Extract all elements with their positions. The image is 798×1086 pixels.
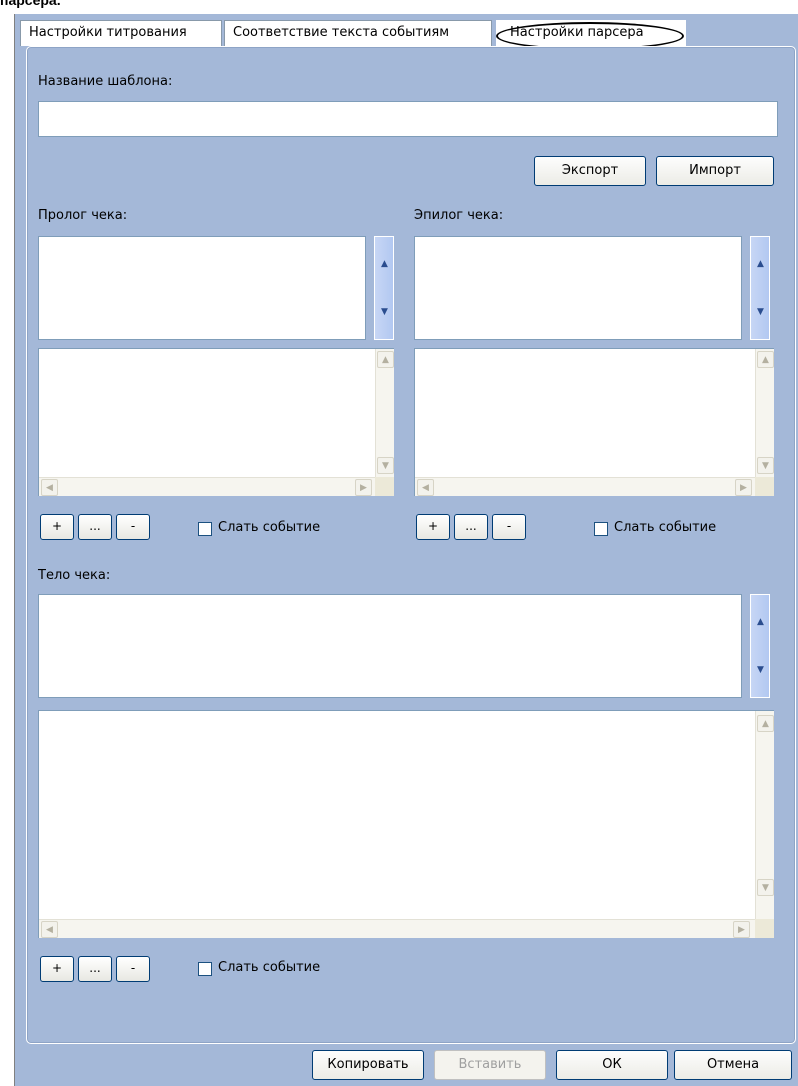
template-name-input[interactable] (38, 101, 778, 137)
ok-button[interactable]: ОК (556, 1050, 668, 1080)
prologue-line-input[interactable] (38, 236, 366, 340)
prologue-send-event-label: Слать событие (218, 520, 321, 535)
scroll-down-icon[interactable]: ▼ (377, 457, 394, 474)
tab-titration-settings[interactable]: Настройки титрования (20, 20, 222, 46)
scroll-right-icon[interactable]: ▶ (733, 921, 750, 938)
body-add-button[interactable]: + (40, 956, 74, 982)
prologue-vscrollbar[interactable]: ▲ ▼ (375, 349, 394, 477)
prologue-label: Пролог чека: (38, 208, 128, 223)
epilogue-label: Эпилог чека: (414, 208, 504, 223)
body-list[interactable]: ▲ ▼ ◀ ▶ (38, 710, 774, 938)
down-arrow-icon[interactable]: ▼ (752, 647, 769, 692)
tab-parser-settings[interactable]: Настройки парсера (496, 20, 686, 50)
prologue-hscrollbar[interactable]: ◀ ▶ (39, 477, 375, 496)
body-send-event-checkbox[interactable] (198, 962, 212, 976)
body-label: Тело чека: (38, 568, 111, 583)
paste-button[interactable]: Вставить (434, 1050, 546, 1080)
epilogue-spin[interactable]: ▲ ▼ (750, 236, 770, 340)
epilogue-add-button[interactable]: + (416, 514, 450, 540)
body-remove-button[interactable]: - (116, 956, 150, 982)
up-arrow-icon[interactable]: ▲ (752, 599, 769, 644)
epilogue-remove-button[interactable]: - (492, 514, 526, 540)
body-hscrollbar[interactable]: ◀ ▶ (39, 919, 755, 938)
prologue-list[interactable]: ▲ ▼ ◀ ▶ (38, 348, 394, 496)
prologue-send-event-checkbox[interactable] (198, 522, 212, 536)
scroll-right-icon[interactable]: ▶ (355, 479, 372, 496)
tab-parser-settings-label: Настройки парсера (510, 25, 644, 40)
scroll-down-icon[interactable]: ▼ (757, 457, 774, 474)
epilogue-send-event-checkbox[interactable] (594, 522, 608, 536)
cancel-button[interactable]: Отмена (674, 1050, 792, 1080)
scroll-corner (375, 477, 394, 496)
down-arrow-icon[interactable]: ▼ (376, 289, 393, 334)
scroll-left-icon[interactable]: ◀ (41, 479, 58, 496)
prologue-remove-button[interactable]: - (116, 514, 150, 540)
epilogue-list[interactable]: ▲ ▼ ◀ ▶ (414, 348, 774, 496)
up-arrow-icon[interactable]: ▲ (752, 241, 769, 286)
copy-button[interactable]: Копировать (312, 1050, 424, 1080)
epilogue-edit-button[interactable]: ... (454, 514, 488, 540)
template-name-label: Название шаблона: (38, 74, 173, 89)
scroll-right-icon[interactable]: ▶ (735, 479, 752, 496)
epilogue-send-event-label: Слать событие (614, 520, 717, 535)
epilogue-vscrollbar[interactable]: ▲ ▼ (755, 349, 774, 477)
scroll-corner (755, 477, 774, 496)
body-spin[interactable]: ▲ ▼ (750, 594, 770, 698)
up-arrow-icon[interactable]: ▲ (376, 241, 393, 286)
scroll-up-icon[interactable]: ▲ (757, 351, 774, 368)
scroll-corner (755, 919, 774, 938)
page-caption: парсера. (0, 0, 61, 8)
scroll-left-icon[interactable]: ◀ (41, 921, 58, 938)
scroll-up-icon[interactable]: ▲ (377, 351, 394, 368)
epilogue-hscrollbar[interactable]: ◀ ▶ (415, 477, 755, 496)
export-button[interactable]: Экспорт (534, 156, 646, 186)
body-edit-button[interactable]: ... (78, 956, 112, 982)
scroll-left-icon[interactable]: ◀ (417, 479, 434, 496)
body-line-input[interactable] (38, 594, 742, 698)
body-send-event-label: Слать событие (218, 960, 321, 975)
tab-text-events[interactable]: Соответствие текста событиям (224, 20, 492, 46)
scroll-up-icon[interactable]: ▲ (757, 715, 774, 732)
scroll-down-icon[interactable]: ▼ (757, 879, 774, 896)
body-vscrollbar[interactable]: ▲ ▼ (755, 711, 774, 919)
down-arrow-icon[interactable]: ▼ (752, 289, 769, 334)
prologue-spin[interactable]: ▲ ▼ (374, 236, 394, 340)
epilogue-line-input[interactable] (414, 236, 742, 340)
import-button[interactable]: Импорт (656, 156, 774, 186)
prologue-edit-button[interactable]: ... (78, 514, 112, 540)
prologue-add-button[interactable]: + (40, 514, 74, 540)
